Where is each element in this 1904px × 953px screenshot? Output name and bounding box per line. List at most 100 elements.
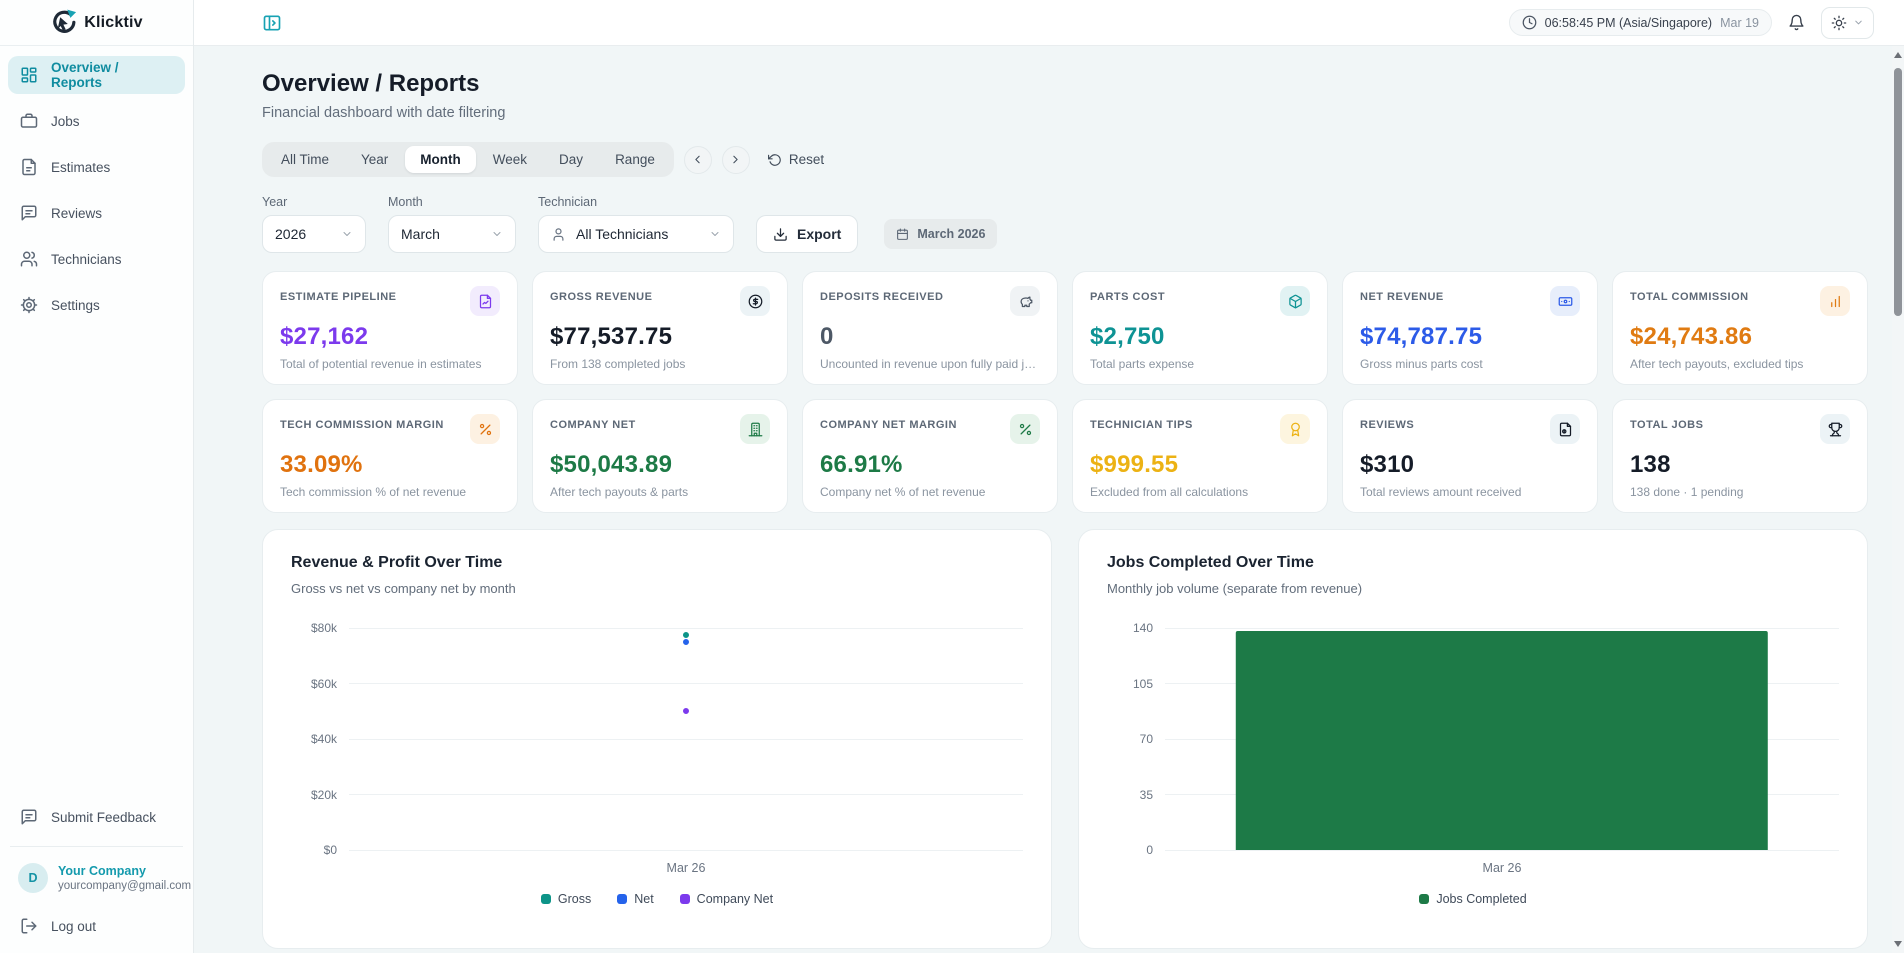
scrollbar-up-arrow[interactable]: [1892, 48, 1904, 62]
banknote-icon: [1550, 286, 1580, 316]
clock-time: 06:58:45 PM (Asia/Singapore): [1544, 15, 1713, 30]
piggy-bank-icon: [1010, 286, 1040, 316]
series-area: [349, 628, 1023, 850]
trophy-icon: [1820, 414, 1850, 444]
top-header: 06:58:45 PM (Asia/Singapore) Mar 19: [194, 0, 1904, 46]
sidebar-item-settings[interactable]: Settings: [8, 286, 185, 324]
legend-net[interactable]: Net: [617, 892, 654, 906]
stat-card-technician-tips: TECHNICIAN TIPS $999.55 Excluded from al…: [1072, 399, 1328, 513]
year-field: Year 2026: [262, 195, 366, 253]
vertical-scrollbar: [1892, 46, 1904, 953]
stat-value: $74,787.75: [1360, 323, 1483, 350]
file-chart-icon: [470, 286, 500, 316]
next-period-button[interactable]: [721, 145, 750, 174]
legend-company-net[interactable]: Company Net: [679, 892, 773, 906]
app-window: Klicktiv Overview / Reports Jobs Estimat…: [0, 0, 1904, 953]
klicktiv-logo-icon: [50, 9, 78, 37]
notifications-bell-icon[interactable]: [1788, 14, 1805, 31]
feedback-message-icon: [20, 808, 38, 826]
stat-value: 138: [1630, 451, 1671, 478]
stat-card-company-net: COMPANY NET $50,043.89 After tech payout…: [532, 399, 788, 513]
tab-week[interactable]: Week: [478, 146, 542, 173]
date-filter-row: All Time Year Month Week Day Range Reset: [262, 142, 1868, 177]
tab-year[interactable]: Year: [346, 146, 403, 173]
company-net-data-point: [683, 708, 689, 715]
legend-gross[interactable]: Gross: [540, 892, 591, 906]
jobs-completed-bar: [1235, 631, 1769, 850]
page-title: Overview / Reports: [262, 70, 480, 97]
main-content: Overview / Reports Financial dashboard w…: [194, 46, 1904, 953]
theme-selector-button[interactable]: [1821, 6, 1874, 39]
stat-sub: Total of potential revenue in estimates: [280, 357, 482, 371]
tab-month[interactable]: Month: [405, 146, 476, 173]
stat-label: PARTS COST: [1090, 291, 1166, 303]
sidebar-item-label: Estimates: [51, 159, 111, 175]
stat-label: TECHNICIAN TIPS: [1090, 419, 1193, 431]
previous-period-button[interactable]: [683, 145, 712, 174]
month-label: Month: [388, 195, 423, 209]
sidebar-toggle-icon[interactable]: [262, 13, 282, 33]
revenue-profit-plot: $80k $60k $40k $20k $0: [291, 621, 1023, 857]
sidebar-item-overview-reports[interactable]: Overview / Reports: [8, 56, 185, 94]
jobs-completed-swatch: [1419, 894, 1430, 904]
stat-sub: After tech payouts, excluded tips: [1630, 357, 1804, 371]
sidebar-item-jobs[interactable]: Jobs: [8, 102, 185, 140]
jobs-chart-legend: Jobs Completed: [1107, 892, 1839, 906]
submit-feedback-button[interactable]: Submit Feedback: [8, 798, 185, 836]
divider: [10, 846, 183, 847]
tab-day[interactable]: Day: [544, 146, 598, 173]
file-text-icon: [20, 158, 38, 176]
stat-value: $2,750: [1090, 323, 1165, 350]
net-data-point: [683, 639, 689, 646]
scrollbar-down-arrow[interactable]: [1892, 937, 1904, 951]
reset-icon: [767, 153, 782, 167]
gear-icon: [20, 296, 38, 314]
clock-date: Mar 19: [1720, 15, 1759, 30]
chart-subtitle: Gross vs net vs company net by month: [291, 581, 516, 596]
user-icon: [551, 227, 566, 242]
sidebar-item-label: Settings: [51, 297, 100, 313]
stat-card-tech-commission-margin: TECH COMMISSION MARGIN 33.09% Tech commi…: [262, 399, 518, 513]
company-net-swatch: [679, 894, 690, 904]
stat-card-parts-cost: PARTS COST $2,750 Total parts expense: [1072, 271, 1328, 385]
sun-icon: [1831, 15, 1847, 31]
stat-label: COMPANY NET: [550, 419, 636, 431]
calendar-icon: [896, 228, 909, 241]
building-icon: [740, 414, 770, 444]
chevron-down-icon: [1853, 17, 1864, 28]
stat-value: $27,162: [280, 323, 369, 350]
technician-select[interactable]: All Technicians: [538, 215, 734, 253]
legend-jobs-completed[interactable]: Jobs Completed: [1419, 892, 1527, 906]
export-button[interactable]: Export: [756, 215, 859, 253]
reset-button[interactable]: Reset: [767, 152, 824, 167]
account-block[interactable]: D Your Company yourcompany@gmail.com: [8, 857, 191, 899]
account-email: yourcompany@gmail.com: [58, 880, 192, 892]
stat-label: ESTIMATE PIPELINE: [280, 291, 397, 303]
tab-all-time[interactable]: All Time: [266, 146, 344, 173]
sidebar-item-reviews[interactable]: Reviews: [8, 194, 185, 232]
y-tick: $80k: [310, 621, 337, 635]
submit-feedback-label: Submit Feedback: [51, 809, 157, 825]
year-value: 2026: [275, 226, 307, 242]
sidebar-item-estimates[interactable]: Estimates: [8, 148, 185, 186]
logout-button[interactable]: Log out: [8, 907, 185, 945]
y-tick: 70: [1139, 732, 1153, 746]
stat-card-company-net-margin: COMPANY NET MARGIN 66.91% Company net % …: [802, 399, 1058, 513]
stat-value: $999.55: [1090, 451, 1179, 478]
stat-value: $77,537.75: [550, 323, 673, 350]
stat-card-estimate-pipeline: ESTIMATE PIPELINE $27,162 Total of poten…: [262, 271, 518, 385]
month-select[interactable]: March: [388, 215, 516, 253]
stat-card-reviews: REVIEWS $310 Total reviews amount receiv…: [1342, 399, 1598, 513]
scrollbar-thumb[interactable]: [1894, 68, 1902, 316]
avatar: D: [18, 863, 48, 893]
clock-display: 06:58:45 PM (Asia/Singapore) Mar 19: [1508, 9, 1772, 36]
sidebar-nav: Overview / Reports Jobs Estimates Review…: [0, 46, 193, 324]
year-select[interactable]: 2026: [262, 215, 366, 253]
sidebar-item-technicians[interactable]: Technicians: [8, 240, 185, 278]
stat-sub: Company net % of net revenue: [820, 485, 986, 499]
message-square-icon: [20, 204, 38, 222]
tab-range[interactable]: Range: [600, 146, 670, 173]
chart-subtitle: Monthly job volume (separate from revenu…: [1107, 581, 1363, 596]
jobs-completed-chart-card: Jobs Completed Over Time Monthly job vol…: [1078, 529, 1868, 949]
technician-field: Technician All Technicians: [538, 195, 734, 253]
